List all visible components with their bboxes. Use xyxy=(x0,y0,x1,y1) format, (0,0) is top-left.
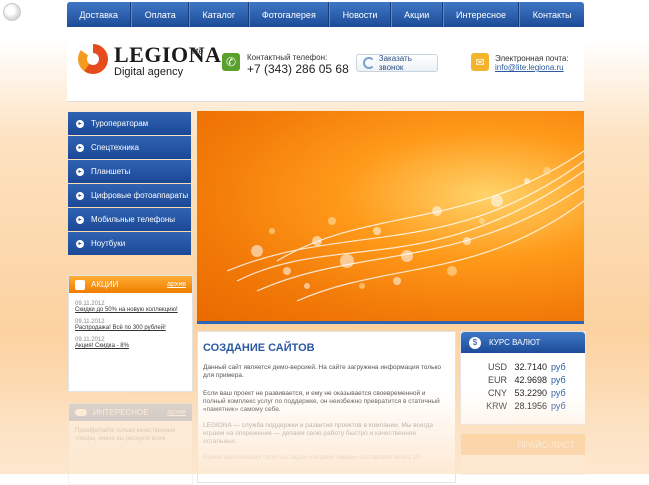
phone-number: +7 (343) 286 05 68 xyxy=(247,62,349,76)
interesting-archive-link[interactable]: архив xyxy=(167,409,186,416)
order-call-label: Заказать звонок xyxy=(378,54,412,72)
rate-row: EUR 42.9698 руб xyxy=(461,373,585,386)
currency-unit: руб xyxy=(551,387,566,398)
price-list-panel[interactable]: ПРАЙС-ЛИСТ xyxy=(460,433,586,475)
mail-icon: ✉ xyxy=(471,53,489,71)
currency-unit: руб xyxy=(551,361,566,372)
logo-subtitle: Digital agency xyxy=(114,66,184,78)
currency-rates-panel: $ КУРС ВАЛЮТ USD 32.7140 руб EUR 42.9698… xyxy=(460,331,586,425)
currency-value: 42.9698 xyxy=(514,374,547,385)
promo-link[interactable]: Распродажа! Всё по 300 рублей! xyxy=(75,325,186,331)
nav-item-interesting[interactable]: Интересное xyxy=(442,2,520,27)
sidebar-item-label: Цифровые фотоаппараты xyxy=(91,191,189,200)
price-list-title: ПРАЙС-ЛИСТ xyxy=(517,439,575,450)
price-list-header: ПРАЙС-ЛИСТ xyxy=(461,434,585,455)
nav-item-promos[interactable]: Акции xyxy=(390,2,443,27)
rates-header: $ КУРС ВАЛЮТ xyxy=(461,332,585,353)
sidebar-item-label: Ноутбуки xyxy=(91,239,126,248)
sidebar-item-phones[interactable]: ▸ Мобильные телефоны xyxy=(68,208,191,231)
hero-banner[interactable] xyxy=(197,111,584,324)
banner-swirl-graphic xyxy=(226,150,584,302)
sidebar-item-label: Спецтехника xyxy=(91,143,139,152)
order-call-button[interactable]: Заказать звонок xyxy=(356,54,438,72)
promo-link[interactable]: Акция! Скидка - 8% xyxy=(75,343,186,349)
rate-row: USD 32.7140 руб xyxy=(461,360,585,373)
promos-header: АКЦИИ архив xyxy=(69,276,192,293)
rate-row: CNY 53.2290 руб xyxy=(461,386,585,399)
content-paragraph: Данный сайт является демо-версией. На са… xyxy=(203,364,441,379)
promos-title: АКЦИИ xyxy=(91,280,119,289)
interesting-panel: ИНТЕРЕСНОЕ архив Приобретайте только кач… xyxy=(68,403,193,485)
content-paragraph: LEGIONA — служба поддержки и развития пр… xyxy=(203,422,434,445)
sidebar-item-laptops[interactable]: ▸ Ноутбуки xyxy=(68,232,191,255)
arrow-bullet-icon: ▸ xyxy=(76,215,84,224)
nav-item-contacts[interactable]: Контакты xyxy=(519,2,584,27)
cloud-icon xyxy=(75,409,87,416)
content-title: СОЗДАНИЕ САЙТОВ xyxy=(203,342,315,354)
interesting-text[interactable]: Приобретайте только качественные товары,… xyxy=(69,421,192,449)
main-content: СОЗДАНИЕ САЙТОВ Данный сайт является дем… xyxy=(197,331,456,483)
arrow-bullet-icon: ▸ xyxy=(76,239,84,248)
currency-code: CNY xyxy=(487,387,507,398)
currency-code: USD xyxy=(487,361,507,372)
promos-list: 09.11.2012 Скидки до 50% на новую коллек… xyxy=(69,293,192,359)
logo-mark-icon[interactable] xyxy=(78,44,108,74)
top-navigation: Доставка Оплата Каталог Фотогалерея Ново… xyxy=(67,2,584,27)
currency-unit: руб xyxy=(551,374,566,385)
email-label: Электронная почта: xyxy=(495,54,569,63)
currency-value: 53.2290 xyxy=(514,387,547,398)
nav-item-catalog[interactable]: Каталог xyxy=(189,2,249,27)
rate-row: KRW 28.1956 руб xyxy=(461,399,585,412)
content-paragraph: Время выполнения простых задач «первой л… xyxy=(203,454,420,461)
nav-item-gallery[interactable]: Фотогалерея xyxy=(248,2,330,27)
nav-item-delivery[interactable]: Доставка xyxy=(67,2,132,27)
arrow-bullet-icon: ▸ xyxy=(76,143,84,152)
arrow-bullet-icon: ▸ xyxy=(76,191,84,200)
coin-icon: $ xyxy=(469,336,481,349)
callback-spinner-icon xyxy=(363,57,375,69)
site-corner-logo[interactable] xyxy=(3,3,21,21)
logo-text[interactable]: LEGIONA xyxy=(114,42,221,68)
arrow-bullet-icon: ▸ xyxy=(76,119,84,128)
currency-code: KRW xyxy=(486,400,507,411)
phone-icon: ✆ xyxy=(222,53,240,71)
promos-panel: АКЦИИ архив 09.11.2012 Скидки до 50% на … xyxy=(68,275,193,392)
sidebar-item-cameras[interactable]: ▸ Цифровые фотоаппараты xyxy=(68,184,191,207)
interesting-title: ИНТЕРЕСНОЕ xyxy=(93,408,149,417)
promo-link[interactable]: Скидки до 50% на новую коллекцию! xyxy=(75,307,186,313)
rates-table: USD 32.7140 руб EUR 42.9698 руб CNY 53.2… xyxy=(461,353,585,412)
sidebar-item-tour-operators[interactable]: ▸ Туроператорам xyxy=(68,112,191,135)
currency-value: 32.7140 xyxy=(514,361,547,372)
content-paragraph: Если ваш проект не развивается, и ему не… xyxy=(203,390,440,413)
rates-title: КУРС ВАЛЮТ xyxy=(489,338,541,347)
email-link[interactable]: info@lite.legiona.ru xyxy=(495,63,564,72)
sidebar-item-label: Мобильные телефоны xyxy=(91,215,176,224)
sidebar-item-tablets[interactable]: ▸ Планшеты xyxy=(68,160,191,183)
sidebar-item-label: Туроператорам xyxy=(91,119,149,128)
currency-unit: руб xyxy=(551,400,566,411)
nav-item-payment[interactable]: Оплата xyxy=(131,2,190,27)
logo-superscript: lite xyxy=(192,46,204,56)
nav-item-news[interactable]: Новости xyxy=(329,2,391,27)
sidebar-item-label: Планшеты xyxy=(91,167,131,176)
interesting-header: ИНТЕРЕСНОЕ архив xyxy=(69,404,192,421)
promos-archive-link[interactable]: архив xyxy=(167,281,186,288)
gift-icon xyxy=(75,279,85,290)
sidebar-item-special-equipment[interactable]: ▸ Спецтехника xyxy=(68,136,191,159)
sidebar-menu: ▸ Туроператорам ▸ Спецтехника ▸ Планшеты ▸ Ц… xyxy=(68,112,191,256)
phone-label: Контактный телефон: xyxy=(247,53,328,62)
currency-value: 28.1956 xyxy=(514,400,547,411)
arrow-bullet-icon: ▸ xyxy=(76,167,84,176)
currency-code: EUR xyxy=(487,374,507,385)
